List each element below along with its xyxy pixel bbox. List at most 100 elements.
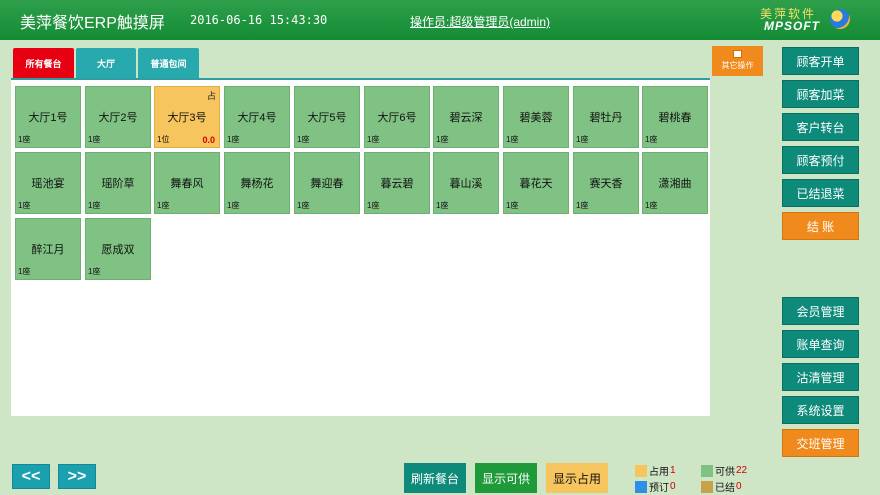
soldout-mgmt-button[interactable]: 沽清管理 <box>782 363 859 391</box>
prepay-button[interactable]: 顾客预付 <box>782 146 859 174</box>
tab-all-tables[interactable]: 所有餐台 <box>13 48 74 78</box>
transfer-table-button[interactable]: 客户转台 <box>782 113 859 141</box>
table-name: 大厅4号 <box>237 112 277 124</box>
bill-query-button[interactable]: 账单查询 <box>782 330 859 358</box>
operator-info[interactable]: 操作员:超级管理员(admin) <box>410 13 550 30</box>
table-seats: 1座 <box>506 135 519 144</box>
table-seats: 1座 <box>88 201 101 210</box>
show-available-button[interactable]: 显示可供 <box>475 463 537 493</box>
table-seats: 1座 <box>506 201 519 210</box>
table-seats: 1座 <box>367 135 380 144</box>
legend-reserved: 预订 0 <box>635 479 676 494</box>
prev-page-button[interactable]: << <box>12 464 50 489</box>
return-dish-button[interactable]: 已结退菜 <box>782 179 859 207</box>
legend-available-label: 可供 <box>715 467 735 478</box>
table-card[interactable]: 暮花天 1座 <box>503 152 569 214</box>
next-page-button[interactable]: >> <box>58 464 96 489</box>
mpsoft-logo: 美萍软件 MPSOFT <box>760 5 855 33</box>
table-seats: 1座 <box>645 201 658 210</box>
table-card[interactable]: 碧云深 1座 <box>433 86 499 148</box>
table-name: 舞迎春 <box>310 178 344 190</box>
table-card[interactable]: 瑶池宴 1座 <box>15 152 81 214</box>
table-name: 瑶池宴 <box>31 178 65 190</box>
table-card[interactable]: 潇湘曲 1座 <box>642 152 708 214</box>
checkout-button[interactable]: 结 账 <box>782 212 859 240</box>
table-panel: 所有餐台 大厅 普通包间 大厅1号 1座 大厅2号 1座 大厅3号 1位 占 0.0 大厅4号 1… <box>11 46 710 416</box>
table-card[interactable]: 大厅5号 1座 <box>294 86 360 148</box>
table-seats: 1座 <box>367 201 380 210</box>
table-card[interactable]: 暮山溪 1座 <box>433 152 499 214</box>
table-card[interactable]: 大厅6号 1座 <box>364 86 430 148</box>
table-card[interactable]: 碧美蓉 1座 <box>503 86 569 148</box>
table-card[interactable]: 碧桃春 1座 <box>642 86 708 148</box>
table-card[interactable]: 瑶阶草 1座 <box>85 152 151 214</box>
refresh-tables-button[interactable]: 刷新餐台 <box>404 463 466 493</box>
table-name: 舞春风 <box>170 178 204 190</box>
table-seats: 1座 <box>576 135 589 144</box>
table-seats: 1座 <box>88 135 101 144</box>
tab-hall[interactable]: 大厅 <box>76 48 136 78</box>
table-name: 瑶阶草 <box>101 178 135 190</box>
table-name: 暮云碧 <box>380 178 414 190</box>
table-name: 赛天香 <box>589 178 623 190</box>
table-name: 大厅1号 <box>28 112 68 124</box>
table-card[interactable]: 舞杨花 1座 <box>224 152 290 214</box>
show-occupied-button[interactable]: 显示占用 <box>546 463 608 493</box>
table-seats: 1座 <box>436 201 449 210</box>
table-card[interactable]: 愿成双 1座 <box>85 218 151 280</box>
table-card[interactable]: 舞春风 1座 <box>154 152 220 214</box>
table-seats: 1座 <box>297 135 310 144</box>
settings-button[interactable]: 系统设置 <box>782 396 859 424</box>
table-seats: 1位 <box>157 135 170 144</box>
legend-reserved-swatch <box>635 480 647 493</box>
table-card[interactable]: 舞迎春 1座 <box>294 152 360 214</box>
tab-strip: 所有餐台 大厅 普通包间 <box>11 46 710 80</box>
table-name: 愿成双 <box>101 244 135 256</box>
legend-available-swatch <box>701 464 713 477</box>
table-name: 碧牡丹 <box>589 112 623 124</box>
top-bar: 美萍餐饮ERP触摸屏 2016-06-16 15:43:30 操作员:超级管理员… <box>0 0 880 40</box>
logo-subtext: MPSOFT <box>764 19 820 33</box>
table-name: 大厅3号 <box>167 112 207 124</box>
open-order-button[interactable]: 顾客开单 <box>782 47 859 75</box>
tab-private-room[interactable]: 普通包间 <box>138 48 199 78</box>
logo-globe-icon <box>830 9 850 29</box>
table-name: 舞杨花 <box>240 178 274 190</box>
other-ops-button[interactable]: 其它操作 <box>712 46 763 76</box>
table-seats: 1座 <box>227 201 240 210</box>
table-name: 碧美蓉 <box>519 112 553 124</box>
occupied-flag: 占 <box>206 91 216 101</box>
table-seats: 1座 <box>645 135 658 144</box>
table-name: 醉江月 <box>31 244 65 256</box>
table-seats: 1座 <box>436 135 449 144</box>
legend-settled-swatch <box>701 480 713 493</box>
legend-reserved-count: 0 <box>670 481 676 492</box>
legend-occupied: 占用 1 <box>635 463 676 478</box>
legend-settled-count: 0 <box>736 481 742 492</box>
table-card[interactable]: 赛天香 1座 <box>573 152 639 214</box>
table-name: 碧云深 <box>449 112 483 124</box>
table-card[interactable]: 大厅3号 1位 占 0.0 <box>154 86 220 148</box>
legend-occupied-swatch <box>635 464 647 477</box>
table-card[interactable]: 暮云碧 1座 <box>364 152 430 214</box>
legend-occupied-label: 占用 <box>649 467 669 478</box>
table-name: 碧桃春 <box>658 112 692 124</box>
member-mgmt-button[interactable]: 会员管理 <box>782 297 859 325</box>
table-card[interactable]: 大厅4号 1座 <box>224 86 290 148</box>
table-card[interactable]: 大厅2号 1座 <box>85 86 151 148</box>
table-seats: 1座 <box>18 135 31 144</box>
table-card[interactable]: 大厅1号 1座 <box>15 86 81 148</box>
table-card[interactable]: 醉江月 1座 <box>15 218 81 280</box>
shift-mgmt-button[interactable]: 交班管理 <box>782 429 859 457</box>
table-name: 大厅2号 <box>98 112 138 124</box>
datetime: 2016-06-16 15:43:30 <box>190 13 328 27</box>
table-name: 暮花天 <box>519 178 553 190</box>
legend-available: 可供 22 <box>701 463 747 478</box>
table-seats: 1座 <box>576 201 589 210</box>
table-name: 暮山溪 <box>449 178 483 190</box>
add-dish-button[interactable]: 顾客加菜 <box>782 80 859 108</box>
legend-settled: 已结 0 <box>701 479 742 494</box>
other-ops-label: 其它操作 <box>721 61 754 70</box>
legend-settled-label: 已结 <box>715 483 735 494</box>
table-card[interactable]: 碧牡丹 1座 <box>573 86 639 148</box>
